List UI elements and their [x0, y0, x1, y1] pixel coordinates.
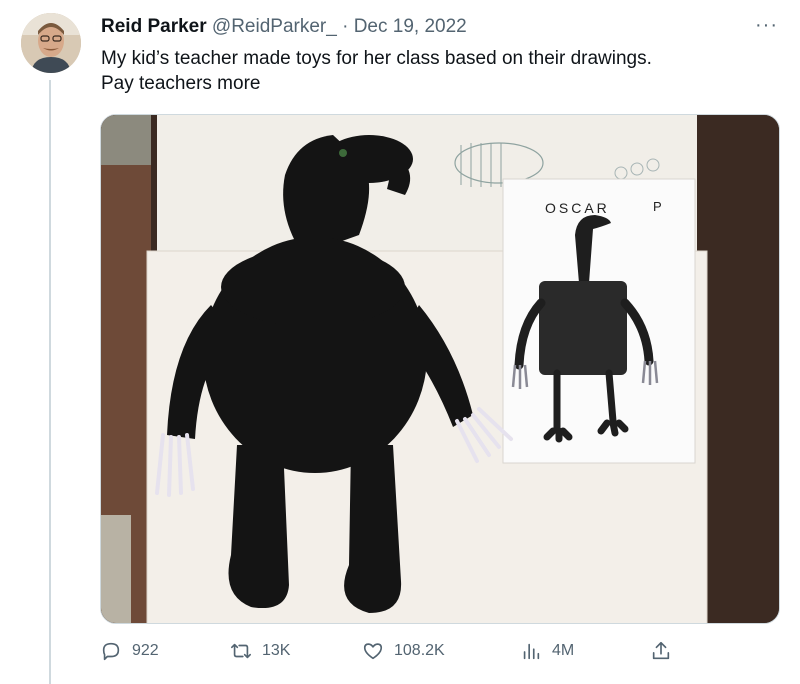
tweet-date[interactable]: Dec 19, 2022: [354, 16, 467, 37]
drawing-caption-name: OSCAR: [545, 200, 610, 216]
thread-line: [49, 80, 51, 684]
reply-button[interactable]: 922: [100, 640, 159, 662]
tweet-actions: 922 13K 108.2K 4M: [100, 640, 680, 670]
view-count: 4M: [552, 642, 575, 659]
avatar-image: [21, 13, 81, 73]
tweet-photo[interactable]: OSCAR P: [100, 114, 780, 624]
photo-image: OSCAR P: [101, 115, 779, 623]
tweet-text-line: My kid’s teacher made toys for her class…: [101, 48, 652, 69]
tweet-text-line: Pay teachers more: [101, 73, 261, 94]
share-button[interactable]: [650, 640, 672, 662]
tweet-text: My kid’s teacher made toys for her class…: [101, 46, 761, 96]
heart-icon: [363, 643, 383, 660]
separator-dot: ·: [342, 16, 349, 37]
bar-chart-icon: [523, 643, 540, 660]
avatar[interactable]: [21, 13, 81, 73]
retweet-count: 13K: [262, 642, 291, 659]
display-name[interactable]: Reid Parker: [101, 16, 207, 37]
retweet-button[interactable]: 13K: [230, 640, 290, 662]
more-options-icon[interactable]: ···: [755, 14, 778, 37]
reply-count: 922: [132, 642, 159, 659]
like-count: 108.2K: [394, 642, 445, 659]
speech-bubble-icon: [102, 642, 120, 661]
share-upload-icon: [652, 641, 670, 660]
views-button[interactable]: 4M: [520, 640, 574, 662]
user-handle[interactable]: @ReidParker_: [212, 16, 337, 37]
like-button[interactable]: 108.2K: [362, 640, 445, 662]
retweet-arrows-icon: [231, 643, 251, 659]
drawing-caption-initial: P: [653, 199, 662, 214]
tweet-header: Reid Parker @ReidParker_ · Dec 19, 2022: [101, 16, 467, 38]
